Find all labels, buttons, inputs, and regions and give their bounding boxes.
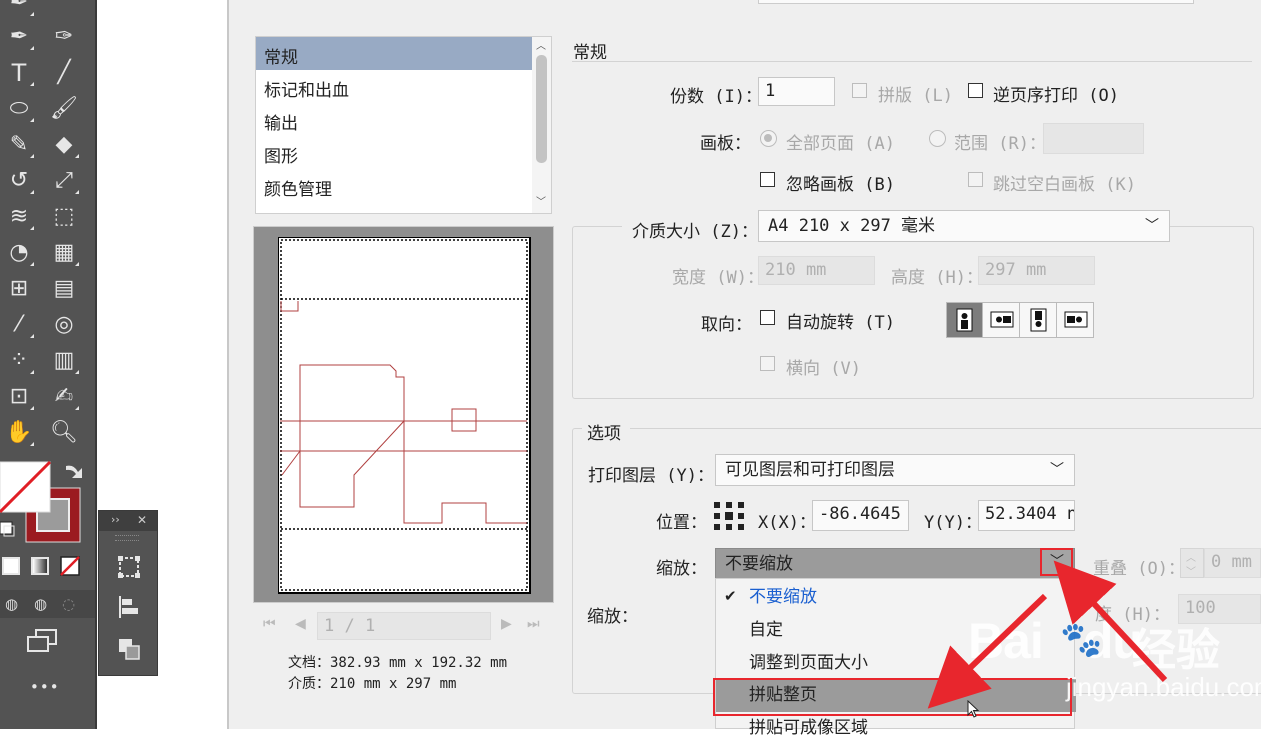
annotation-arrows [927, 560, 1168, 709]
